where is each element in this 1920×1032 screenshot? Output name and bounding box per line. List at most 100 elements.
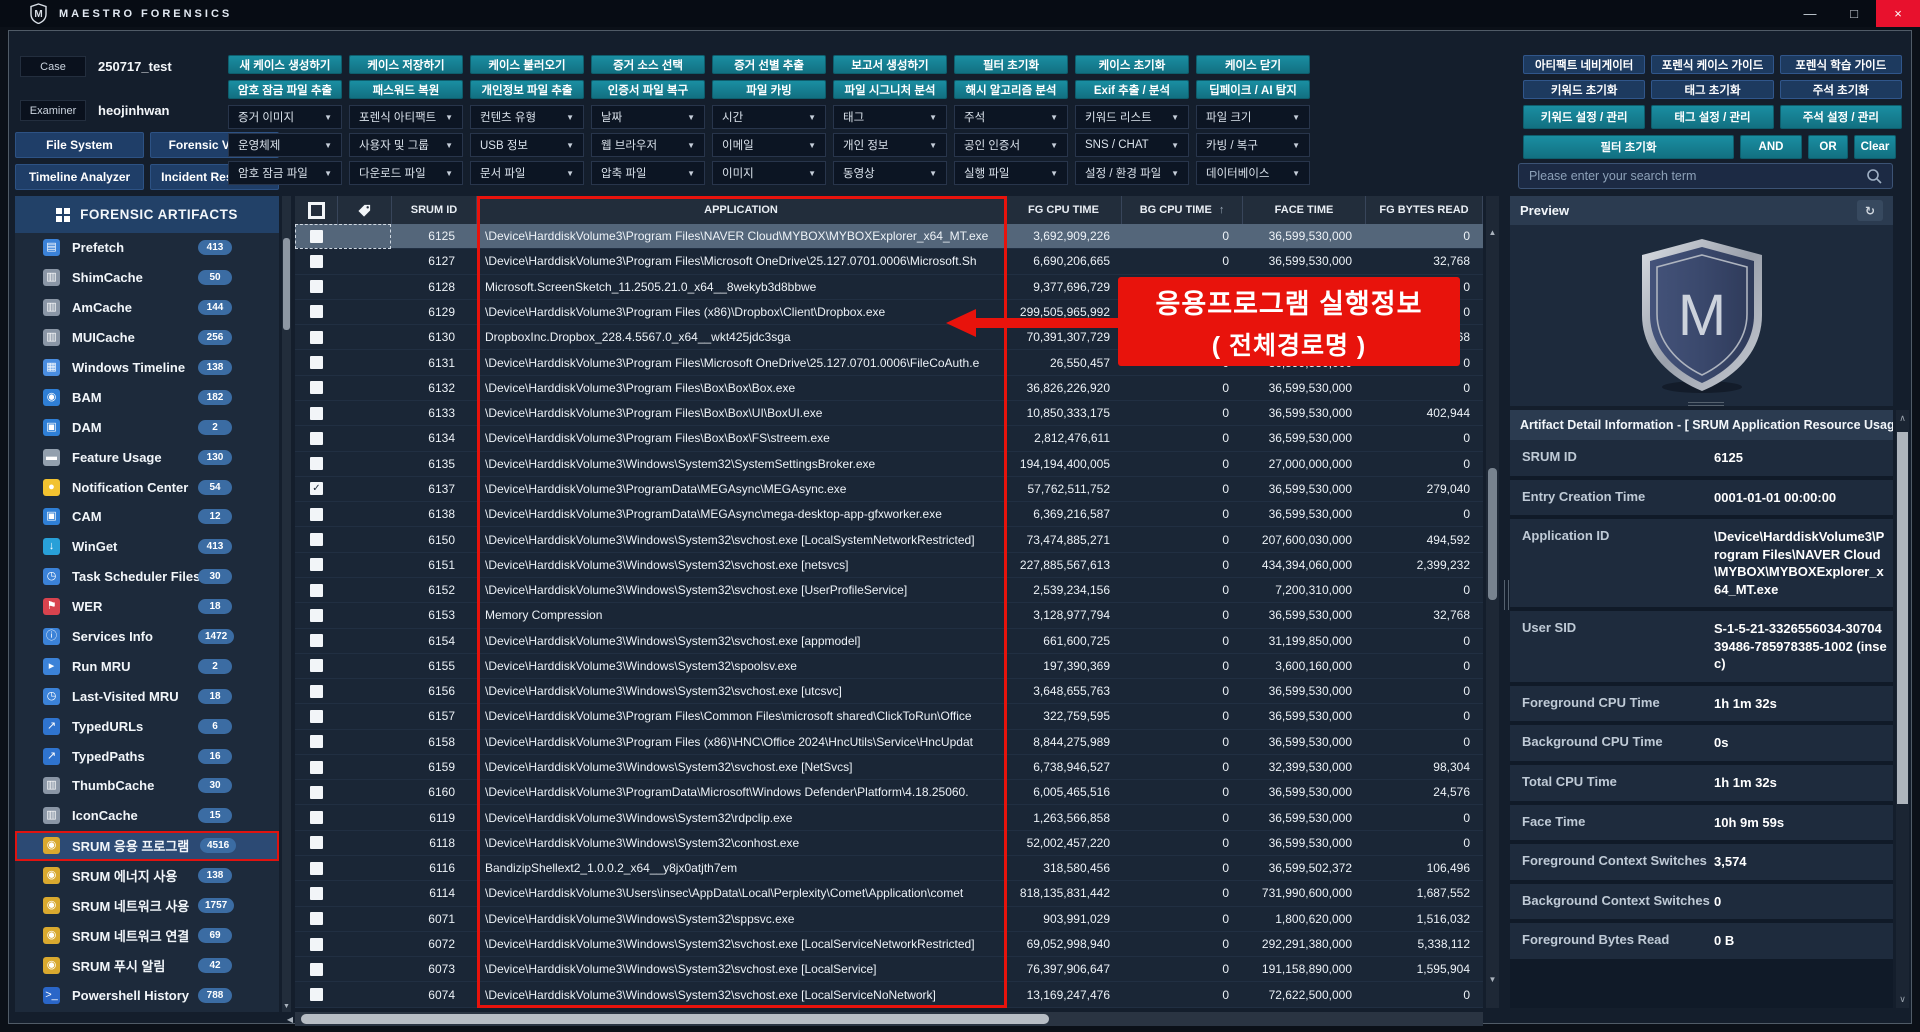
column-header-fg-cpu-time[interactable]: FG CPU TIME (1006, 196, 1122, 224)
table-row[interactable]: 6132\Device\HarddiskVolume3\Program File… (295, 376, 1483, 401)
action-button-증거-소스-선택[interactable]: 증거 소스 선택 (591, 55, 705, 74)
column-header-fg-bytes-read[interactable]: FG BYTES READ (1366, 196, 1483, 224)
column-header-application[interactable]: APPLICATION (477, 196, 1006, 224)
table-horizontal-scrollbar[interactable]: ◀ (295, 1012, 1483, 1026)
row-checkbox[interactable] (310, 533, 323, 546)
table-row[interactable]: 6158\Device\HarddiskVolume3\Program File… (295, 730, 1483, 755)
action-button-파일-시그니처-분석[interactable]: 파일 시그니처 분석 (833, 80, 947, 99)
row-checkbox[interactable]: ✓ (310, 482, 323, 495)
sidebar-item-bam[interactable]: ◉BAM182 (15, 382, 279, 412)
row-checkbox[interactable] (310, 710, 323, 723)
filter-dropdown-키워드-리스트[interactable]: 키워드 리스트▼ (1075, 105, 1189, 129)
row-checkbox[interactable] (310, 508, 323, 521)
row-checkbox[interactable] (310, 938, 323, 951)
sidebar-item-muicache[interactable]: ▥MUICache256 (15, 323, 279, 353)
close-button[interactable]: × (1876, 0, 1920, 27)
table-row[interactable]: 6154\Device\HarddiskVolume3\Windows\Syst… (295, 629, 1483, 654)
nav-button-file-system[interactable]: File System (15, 132, 144, 158)
action-button-개인정보-파일-추출[interactable]: 개인정보 파일 추출 (470, 80, 584, 99)
row-checkbox[interactable] (310, 811, 323, 824)
logic-button-or[interactable]: OR (1808, 135, 1848, 159)
filter-dropdown-주석[interactable]: 주석▼ (954, 105, 1068, 129)
action-button-케이스-닫기[interactable]: 케이스 닫기 (1196, 55, 1310, 74)
filter-dropdown-파일-크기[interactable]: 파일 크기▼ (1196, 105, 1310, 129)
table-row[interactable]: 6125\Device\HarddiskVolume3\Program File… (295, 224, 1483, 249)
table-scroll-down-icon[interactable]: ▼ (1486, 975, 1499, 984)
sidebar-item-windows-timeline[interactable]: ▦Windows Timeline138 (15, 353, 279, 383)
filter-dropdown-압축-파일[interactable]: 압축 파일▼ (591, 161, 705, 185)
row-checkbox[interactable] (310, 255, 323, 268)
table-vscroll-thumb[interactable] (1488, 468, 1497, 600)
sidebar-item-srum-push[interactable]: ◉SRUM 푸시 알림42 (15, 950, 279, 980)
row-checkbox[interactable] (310, 584, 323, 597)
logic-button-and[interactable]: AND (1740, 135, 1802, 159)
table-row[interactable]: 6129\Device\HarddiskVolume3\Program File… (295, 300, 1483, 325)
filter-dropdown-이메일[interactable]: 이메일▼ (712, 133, 826, 157)
sidebar-item-run-mru[interactable]: ▸Run MRU2 (15, 651, 279, 681)
filter-dropdown-암호-잠금-파일[interactable]: 암호 잠금 파일▼ (228, 161, 342, 185)
detail-resize-grip[interactable] (1504, 580, 1509, 610)
filter-dropdown-실행-파일[interactable]: 실행 파일▼ (954, 161, 1068, 185)
filter-dropdown-카빙-복구[interactable]: 카빙 / 복구▼ (1196, 133, 1310, 157)
sidebar-item-cam[interactable]: ▣CAM12 (15, 502, 279, 532)
toolbar-button-포렌식-케이스-가이드[interactable]: 포렌식 케이스 가이드 (1651, 55, 1773, 74)
detail-scroll-up-icon[interactable]: ∧ (1896, 413, 1909, 424)
sidebar-scroll-thumb[interactable] (283, 238, 290, 330)
filter-dropdown-태그[interactable]: 태그▼ (833, 105, 947, 129)
panel-resize-grip[interactable] (1688, 402, 1724, 406)
sidebar-item-task-scheduler-files[interactable]: ◷Task Scheduler Files30 (15, 562, 279, 592)
sidebar-item-srum-net-conn[interactable]: ◉SRUM 네트워크 연결69 (15, 920, 279, 950)
row-checkbox[interactable] (310, 407, 323, 420)
select-all-checkbox[interactable] (308, 202, 325, 219)
table-row[interactable]: 6155\Device\HarddiskVolume3\Windows\Syst… (295, 654, 1483, 679)
maximize-button[interactable]: □ (1832, 0, 1876, 27)
row-checkbox[interactable] (310, 432, 323, 445)
action-button-보고서-생성하기[interactable]: 보고서 생성하기 (833, 55, 947, 74)
filter-dropdown-공인-인증서[interactable]: 공인 인증서▼ (954, 133, 1068, 157)
table-row[interactable]: 6160\Device\HarddiskVolume3\ProgramData\… (295, 780, 1483, 805)
sidebar-item-iconcache[interactable]: ▥IconCache15 (15, 801, 279, 831)
action-button-패스워드-복원[interactable]: 패스워드 복원 (349, 80, 463, 99)
sidebar-item-last-visited-mru[interactable]: ◷Last-Visited MRU18 (15, 681, 279, 711)
filter-dropdown-이미지[interactable]: 이미지▼ (712, 161, 826, 185)
sidebar-item-services-info[interactable]: ⓘServices Info1472 (15, 622, 279, 652)
filter-dropdown-증거-이미지[interactable]: 증거 이미지▼ (228, 105, 342, 129)
filter-dropdown-날짜[interactable]: 날짜▼ (591, 105, 705, 129)
action-button-파일-카빙[interactable]: 파일 카빙 (712, 80, 826, 99)
action-button-케이스-불러오기[interactable]: 케이스 불러오기 (470, 55, 584, 74)
detail-scroll-thumb[interactable] (1897, 432, 1908, 804)
sidebar-scroll-down-icon[interactable]: ▼ (282, 1003, 291, 1010)
table-row[interactable]: 6138\Device\HarddiskVolume3\ProgramData\… (295, 502, 1483, 527)
detail-scroll-down-icon[interactable]: ∨ (1896, 994, 1909, 1005)
toolbar-button-키워드-설정-관리[interactable]: 키워드 설정 / 관리 (1523, 105, 1645, 129)
sidebar-item-prefetch[interactable]: ▤Prefetch413 (15, 233, 279, 263)
row-checkbox[interactable] (310, 735, 323, 748)
filter-dropdown-설정-환경-파일[interactable]: 설정 / 환경 파일▼ (1075, 161, 1189, 185)
sidebar-item-notification-center[interactable]: ●Notification Center54 (15, 472, 279, 502)
row-checkbox[interactable] (310, 609, 323, 622)
sidebar-item-srum-energy[interactable]: ◉SRUM 에너지 사용138 (15, 861, 279, 891)
row-checkbox[interactable] (310, 356, 323, 369)
row-checkbox[interactable] (310, 331, 323, 344)
action-button-exif-추출-분석[interactable]: Exif 추출 / 분석 (1075, 80, 1189, 99)
sidebar-item-srum-app[interactable]: ◉SRUM 응용 프로그램4516 (15, 831, 279, 861)
column-header-srum-id[interactable]: SRUM ID (392, 196, 477, 224)
table-row[interactable]: 6114\Device\HarddiskVolume3\Users\insec\… (295, 881, 1483, 906)
table-row[interactable]: 6072\Device\HarddiskVolume3\Windows\Syst… (295, 932, 1483, 957)
toolbar-button-태그-설정-관리[interactable]: 태그 설정 / 관리 (1651, 105, 1773, 129)
table-row[interactable]: 6135\Device\HarddiskVolume3\Windows\Syst… (295, 452, 1483, 477)
toolbar-button-아티팩트-네비게이터[interactable]: 아티팩트 네비게이터 (1523, 55, 1645, 74)
row-checkbox[interactable] (310, 836, 323, 849)
row-checkbox[interactable] (310, 761, 323, 774)
action-button-증거-선별-추출[interactable]: 증거 선별 추출 (712, 55, 826, 74)
filter-dropdown-웹-브라우저[interactable]: 웹 브라우저▼ (591, 133, 705, 157)
table-row[interactable]: 6119\Device\HarddiskVolume3\Windows\Syst… (295, 805, 1483, 830)
toolbar-button-주석-설정-관리[interactable]: 주석 설정 / 관리 (1780, 105, 1902, 129)
row-checkbox[interactable] (310, 685, 323, 698)
sidebar-item-wer[interactable]: ⚑WER18 (15, 592, 279, 622)
filter-dropdown-데이터베이스[interactable]: 데이터베이스▼ (1196, 161, 1310, 185)
table-scroll-up-icon[interactable]: ▲ (1486, 228, 1499, 237)
action-button-인증서-파일-복구[interactable]: 인증서 파일 복구 (591, 80, 705, 99)
sidebar-item-feature-usage[interactable]: ▬Feature Usage130 (15, 442, 279, 472)
filter-dropdown-사용자-및-그룹[interactable]: 사용자 및 그룹▼ (349, 133, 463, 157)
